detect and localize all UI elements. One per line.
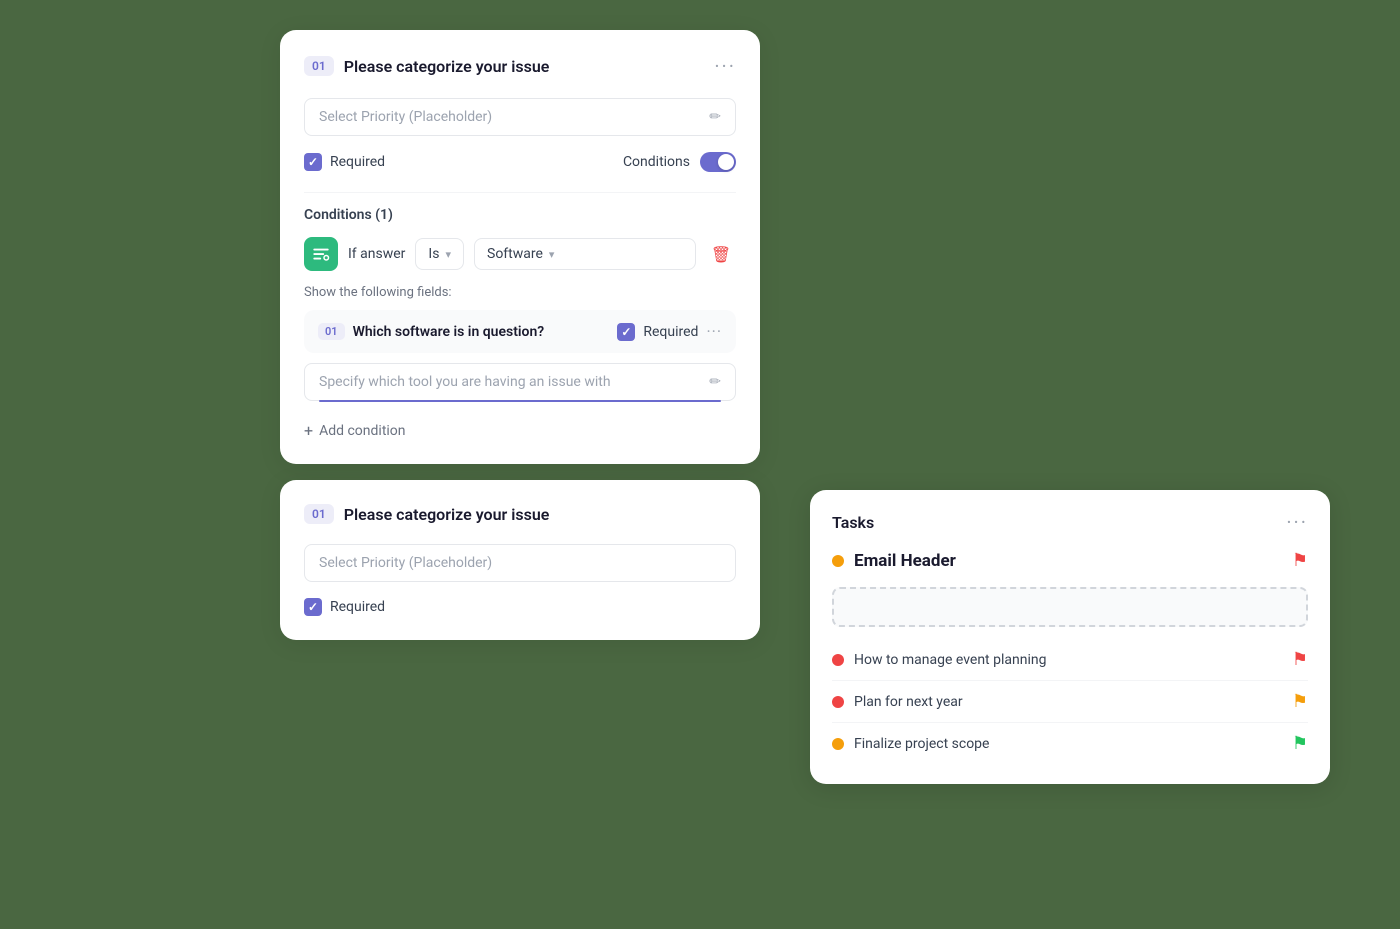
required-row: Required Conditions — [304, 152, 736, 172]
tasks-title: Tasks — [832, 513, 874, 532]
plus-icon: + — [304, 421, 313, 440]
tasks-more-options-button[interactable]: ··· — [1286, 510, 1308, 534]
is-label: Is — [428, 246, 439, 262]
task-item-left-2: Plan for next year — [832, 694, 963, 710]
if-answer-label: If answer — [348, 246, 405, 262]
bottom-required-row: Required — [304, 598, 736, 616]
sub-question-row: 01 Which software is in question? Requir… — [304, 310, 736, 353]
card-header-left: 01 Please categorize your issue — [304, 56, 549, 76]
add-condition-button[interactable]: + Add condition — [304, 411, 736, 440]
email-color-dot — [832, 555, 844, 567]
drop-area[interactable] — [832, 587, 1308, 627]
more-options-button[interactable]: ··· — [714, 54, 736, 78]
email-header-flag-icon: ⚑ — [1292, 550, 1308, 571]
separator — [304, 192, 736, 193]
edit-icon[interactable]: ✏ — [709, 109, 721, 125]
is-select[interactable]: Is ▾ — [415, 238, 464, 270]
task-dot-1 — [832, 654, 844, 666]
conditions-toggle[interactable] — [700, 152, 736, 172]
task-item-left-1: How to manage event planning — [832, 652, 1046, 668]
bottom-step-badge: 01 — [304, 504, 334, 524]
task-text-2: Plan for next year — [854, 694, 963, 710]
task-flag-2: ⚑ — [1292, 691, 1308, 712]
tasks-header: Tasks ··· — [832, 510, 1308, 534]
software-select[interactable]: Software ▾ — [474, 238, 696, 270]
sub-question-left: 01 Which software is in question? — [318, 323, 544, 340]
task-dot-3 — [832, 738, 844, 750]
email-header-title: Email Header — [854, 551, 956, 571]
task-item-3[interactable]: Finalize project scope ⚑ — [832, 723, 1308, 764]
chevron-down-icon: ▾ — [445, 248, 451, 261]
task-item-2[interactable]: Plan for next year ⚑ — [832, 681, 1308, 723]
sub-edit-icon[interactable]: ✏ — [709, 374, 721, 390]
task-item-left-3: Finalize project scope — [832, 736, 989, 752]
condition-icon — [304, 237, 338, 271]
add-condition-label: Add condition — [319, 423, 405, 439]
bottom-card: 01 Please categorize your issue Select P… — [280, 480, 760, 640]
sub-input-placeholder: Specify which tool you are having an iss… — [319, 374, 611, 390]
top-card: 01 Please categorize your issue ··· Sele… — [280, 30, 760, 464]
card-header: 01 Please categorize your issue ··· — [304, 54, 736, 78]
bottom-required-label: Required — [330, 599, 385, 615]
priority-placeholder: Select Priority (Placeholder) — [319, 109, 492, 125]
task-text-1: How to manage event planning — [854, 652, 1046, 668]
show-fields-label: Show the following fields: — [304, 285, 736, 300]
sub-question-title: Which software is in question? — [353, 324, 545, 340]
priority-input[interactable]: Select Priority (Placeholder) ✏ — [304, 98, 736, 136]
card-title: Please categorize your issue — [344, 57, 550, 76]
task-item[interactable]: How to manage event planning ⚑ — [832, 639, 1308, 681]
bottom-card-title: Please categorize your issue — [344, 505, 550, 524]
bottom-required-checkbox[interactable] — [304, 598, 322, 616]
sub-more-options-button[interactable]: ··· — [706, 322, 722, 341]
bottom-card-header: 01 Please categorize your issue — [304, 504, 736, 524]
sub-required-label: Required — [643, 324, 698, 340]
required-label: Required — [330, 154, 385, 170]
email-header-row: Email Header ⚑ — [832, 550, 1308, 571]
required-checkbox[interactable] — [304, 153, 322, 171]
email-header-left: Email Header — [832, 551, 956, 571]
required-left: Required — [304, 153, 385, 171]
bottom-priority-placeholder: Select Priority (Placeholder) — [319, 555, 492, 571]
task-text-3: Finalize project scope — [854, 736, 989, 752]
task-flag-1: ⚑ — [1292, 649, 1308, 670]
condition-row: If answer Is ▾ Software ▾ 🗑 — [304, 237, 736, 271]
step-badge: 01 — [304, 56, 334, 76]
sub-required-checkbox[interactable] — [617, 323, 635, 341]
sub-question-right: Required ··· — [617, 322, 722, 341]
software-label: Software — [487, 246, 543, 262]
trash-icon: 🗑 — [711, 245, 731, 264]
bottom-card-header-left: 01 Please categorize your issue — [304, 504, 549, 524]
conditions-right: Conditions — [623, 152, 736, 172]
task-dot-2 — [832, 696, 844, 708]
delete-condition-button[interactable]: 🗑 — [706, 239, 736, 269]
sub-input-field[interactable]: Specify which tool you are having an iss… — [304, 363, 736, 401]
chevron-down-icon-2: ▾ — [549, 248, 555, 261]
task-flag-3: ⚑ — [1292, 733, 1308, 754]
sub-step-badge: 01 — [318, 323, 345, 340]
conditions-section: Conditions (1) If answer Is ▾ Software ▾ — [304, 192, 736, 440]
conditions-label: Conditions — [623, 154, 690, 170]
tasks-panel: Tasks ··· Email Header ⚑ How to manage e… — [810, 490, 1330, 784]
conditions-count-label: Conditions (1) — [304, 207, 736, 223]
bottom-priority-input[interactable]: Select Priority (Placeholder) — [304, 544, 736, 582]
